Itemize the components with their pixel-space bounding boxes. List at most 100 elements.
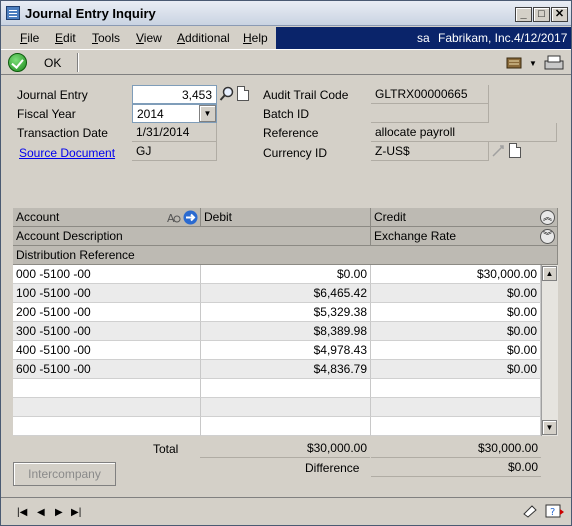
collapse-rows-icon[interactable]: ︽ [540, 210, 555, 225]
menu-help[interactable]: Help [243, 31, 268, 45]
debit-cell[interactable]: $0.00 [201, 265, 371, 284]
debit-cell[interactable]: $4,836.79 [201, 360, 371, 379]
account-cell[interactable] [13, 398, 201, 417]
maximize-button[interactable]: □ [533, 7, 550, 22]
menu-edit[interactable]: Edit [55, 31, 76, 45]
toolbar-separator [77, 53, 79, 72]
column-header-debit[interactable]: Debit [201, 208, 371, 227]
total-debit-value: $30,000.00 [200, 439, 370, 458]
journal-entry-note-icon[interactable] [237, 86, 249, 101]
intercompany-button[interactable]: Intercompany [13, 462, 116, 486]
source-document-value: GJ [132, 142, 217, 161]
currency-id-value: Z-US$ [371, 142, 489, 161]
batch-id-label: Batch ID [263, 107, 310, 121]
scroll-down-button[interactable]: ▼ [542, 420, 557, 435]
last-record-icon[interactable]: ▶| [71, 507, 81, 518]
distribution-grid: Account A Debit Credit ︽ Account Descrip… [13, 208, 558, 438]
tools-menu-icon[interactable] [506, 55, 526, 71]
debit-cell[interactable]: $6,465.42 [201, 284, 371, 303]
debit-cell[interactable] [201, 417, 371, 436]
journal-entry-label: Journal Entry [17, 88, 88, 102]
currency-expand-icon[interactable] [490, 143, 506, 159]
menu-view[interactable]: View [136, 31, 162, 45]
credit-cell[interactable]: $0.00 [371, 322, 541, 341]
total-credit-value: $30,000.00 [371, 439, 541, 458]
difference-value: $0.00 [371, 458, 541, 477]
credit-cell[interactable] [371, 398, 541, 417]
fiscal-year-dropdown-arrow[interactable]: ▼ [199, 105, 216, 122]
note-icon[interactable] [522, 504, 538, 518]
ok-button[interactable]: OK [1, 50, 73, 75]
journal-entry-field[interactable]: 3,453 [132, 85, 217, 104]
account-cell[interactable]: 600 -5100 -00 [13, 360, 201, 379]
column-header-credit[interactable]: Credit [371, 208, 558, 227]
user-date: 4/12/2017 [514, 31, 568, 45]
credit-cell[interactable]: $0.00 [371, 360, 541, 379]
minimize-button[interactable]: _ [515, 7, 532, 22]
menu-file[interactable]: File [20, 31, 39, 45]
account-cell[interactable]: 300 -5100 -00 [13, 322, 201, 341]
company-name: Fabrikam, Inc. [438, 31, 515, 45]
credit-cell[interactable]: $0.00 [371, 284, 541, 303]
reference-value: allocate payroll [371, 123, 557, 142]
svg-text:?: ? [550, 507, 555, 518]
account-cell[interactable]: 100 -5100 -00 [13, 284, 201, 303]
credit-cell[interactable]: $0.00 [371, 303, 541, 322]
total-label: Total [153, 442, 179, 456]
grid-scrollbar[interactable] [541, 265, 558, 436]
source-document-link[interactable]: Source Document [19, 146, 115, 160]
account-cell[interactable] [13, 417, 201, 436]
help-icon[interactable]: ? [545, 503, 565, 521]
credit-cell[interactable]: $30,000.00 [371, 265, 541, 284]
credit-cell[interactable]: $0.00 [371, 341, 541, 360]
batch-id-value [371, 104, 489, 123]
close-button[interactable]: ✕ [551, 7, 568, 22]
fiscal-year-label: Fiscal Year [17, 107, 76, 121]
audit-trail-code-label: Audit Trail Code [263, 88, 349, 102]
journal-entry-inquiry-window: Journal Entry Inquiry _ □ ✕ File Edit To… [0, 0, 572, 526]
account-arrow-icon[interactable] [183, 210, 198, 225]
next-record-icon[interactable]: ▶ [55, 507, 63, 518]
title-bar: Journal Entry Inquiry _ □ ✕ [1, 1, 571, 26]
currency-id-label: Currency ID [263, 146, 328, 160]
user-info-bar: sa Fabrikam, Inc. 4/12/2017 [276, 27, 571, 49]
menu-tools[interactable]: Tools [92, 31, 120, 45]
credit-cell[interactable] [371, 379, 541, 398]
transaction-date-value: 1/31/2014 [132, 123, 217, 142]
account-cell[interactable]: 000 -5100 -00 [13, 265, 201, 284]
transaction-date-label: Transaction Date [17, 126, 108, 140]
menu-bar: File Edit Tools View Additional Help sa … [1, 27, 571, 49]
bottom-navigation-bar: |◀ ◀ ▶ ▶| ? [1, 497, 571, 525]
currency-note-icon[interactable] [509, 143, 521, 158]
credit-cell[interactable] [371, 417, 541, 436]
column-header-exchange-rate: Exchange Rate [371, 227, 558, 246]
debit-cell[interactable] [201, 398, 371, 417]
column-header-distribution-reference: Distribution Reference [13, 246, 558, 265]
expand-rows-icon[interactable]: ︾ [540, 229, 555, 244]
reference-label: Reference [263, 126, 319, 140]
tools-dropdown-arrow[interactable]: ▼ [529, 59, 537, 68]
account-cell[interactable]: 200 -5100 -00 [13, 303, 201, 322]
difference-label: Difference [305, 461, 360, 475]
account-lookup-icon[interactable]: A [166, 210, 181, 225]
ok-label: OK [44, 56, 62, 70]
window-app-icon [6, 6, 20, 20]
debit-cell[interactable]: $5,329.38 [201, 303, 371, 322]
lookup-magnifier-icon[interactable] [219, 86, 235, 102]
debit-cell[interactable]: $4,978.43 [201, 341, 371, 360]
first-record-icon[interactable]: |◀ [17, 507, 27, 518]
menu-additional[interactable]: Additional [177, 31, 230, 45]
debit-cell[interactable]: $8,389.98 [201, 322, 371, 341]
debit-cell[interactable] [201, 379, 371, 398]
toolbar: OK ▼ [1, 49, 571, 75]
window-title: Journal Entry Inquiry [25, 6, 156, 21]
audit-trail-code-value: GLTRX00000665 [371, 85, 489, 104]
account-cell[interactable] [13, 379, 201, 398]
account-cell[interactable]: 400 -5100 -00 [13, 341, 201, 360]
print-icon[interactable] [542, 55, 564, 71]
previous-record-icon[interactable]: ◀ [37, 507, 45, 518]
checkmark-icon [8, 53, 27, 72]
user-name: sa [417, 31, 430, 45]
scroll-up-button[interactable]: ▲ [542, 266, 557, 281]
column-header-account-description: Account Description [13, 227, 371, 246]
